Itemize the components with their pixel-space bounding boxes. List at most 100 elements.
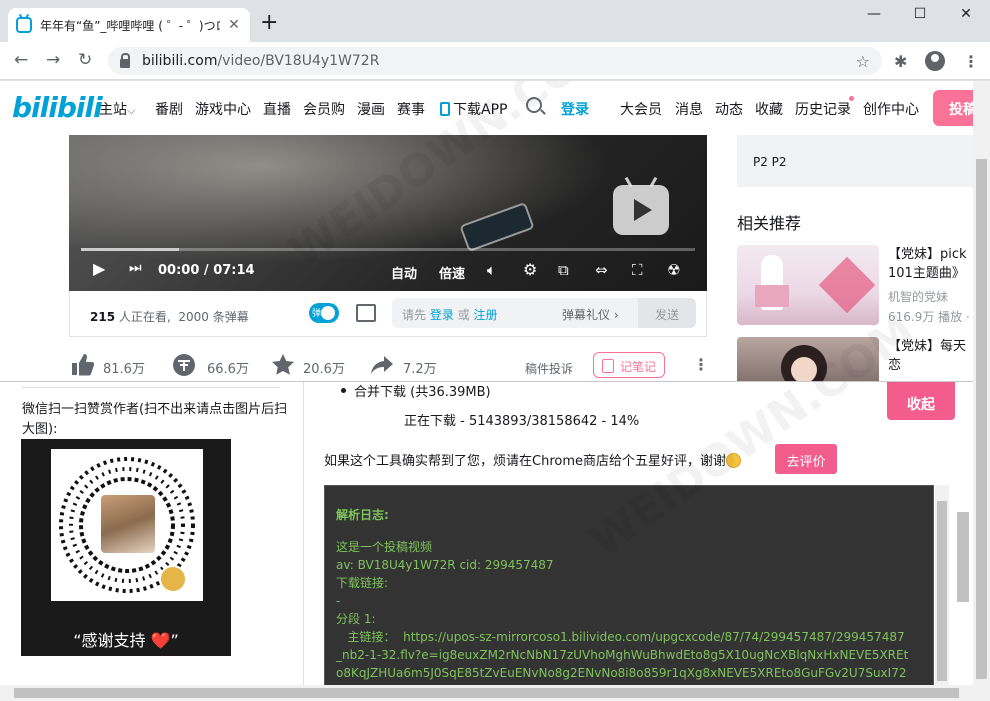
downloader-extension-panel: 微信扫一扫赞赏作者(扫不出来请点击图片后扫大图): “感谢支持 ❤️” 合并下载… <box>0 381 973 685</box>
nav-bangumi[interactable]: 番剧 <box>155 99 183 119</box>
nav-messages[interactable]: 消息 <box>675 99 703 119</box>
page-horizontal-scrollbar[interactable] <box>0 685 990 701</box>
danmaku-bar: 215 人正在看, 2000 条弹幕 弹 请先 登录 或 注册 弹幕礼仪 › 发… <box>69 291 707 337</box>
menu-kebab-icon[interactable]: ⋮ <box>963 52 979 71</box>
log-scrollbar[interactable] <box>935 485 949 685</box>
danmaku-toggle[interactable]: 弹 <box>309 303 339 323</box>
nav-esports[interactable]: 赛事 <box>397 99 425 119</box>
take-note-button[interactable]: 记笔记 <box>593 352 665 378</box>
rec-stats: 616.9万 播放 · 1 <box>888 310 973 324</box>
quality-button[interactable]: 自动 <box>391 263 417 282</box>
search-icon[interactable] <box>526 97 542 113</box>
merge-download-link[interactable]: 合并下载 (共36.39MB) <box>341 381 491 400</box>
window-maximize-button[interactable]: ☐ <box>897 6 943 22</box>
bilibili-favicon-icon <box>16 17 32 33</box>
speed-button[interactable]: 倍速 <box>439 263 465 282</box>
nav-vip[interactable]: 大会员 <box>620 99 662 119</box>
settings-gear-icon[interactable]: ⚙ <box>523 260 537 279</box>
bilibili-logo[interactable]: bilibili <box>12 91 103 124</box>
new-tab-button[interactable]: + <box>260 12 278 34</box>
phone-icon <box>440 102 450 116</box>
next-icon[interactable]: ⏭ <box>129 260 142 276</box>
favorite-count: 20.6万 <box>303 362 345 377</box>
report-link[interactable]: 稿件投诉 <box>525 360 573 377</box>
nav-game-center[interactable]: 游戏中心 <box>195 99 251 119</box>
coin-icon[interactable] <box>171 352 197 378</box>
login-link[interactable]: 登录 <box>561 99 589 119</box>
nav-shop[interactable]: 会员购 <box>303 99 345 119</box>
thumbs-up-badge-icon <box>159 565 187 593</box>
reload-icon[interactable]: ↻ <box>78 51 92 69</box>
nav-favorites[interactable]: 收藏 <box>755 99 783 119</box>
like-thumb-icon[interactable] <box>69 352 95 378</box>
share-arrow-icon[interactable] <box>369 352 395 378</box>
address-bar[interactable]: bilibili.com/video/BV18U4y1W72R ☆ <box>108 47 882 75</box>
log-line: 这是一个投稿视频 <box>336 540 433 554</box>
progress-bar[interactable] <box>81 248 695 251</box>
recommendation-card[interactable]: 【党妹】每天恋 <box>737 337 973 381</box>
more-options-icon[interactable]: ⋮ <box>693 355 709 374</box>
nav-creator-center[interactable]: 创作中心 <box>863 99 919 119</box>
nav-download-app[interactable]: 下载APP <box>440 99 507 119</box>
nav-manga[interactable]: 漫画 <box>357 99 385 119</box>
extensions-puzzle-icon[interactable]: ✱ <box>894 52 907 71</box>
danmaku-etiquette-link[interactable]: 弹幕礼仪 › <box>562 306 619 323</box>
log-heading: 解析日志: <box>336 508 389 522</box>
nav-dynamics[interactable]: 动态 <box>715 99 743 119</box>
panel-scrollbar-thumb[interactable] <box>957 512 969 602</box>
fullscreen-icon[interactable]: ☢ <box>667 261 680 279</box>
video-player[interactable]: ▶ ⏭ 00:00 / 07:14 自动 倍速 🔈︎ ⚙ ⧉ ⇔ ⛶ ☢ <box>69 135 707 291</box>
recommendation-card[interactable]: 【党妹】pick 101主题曲》舞 机智的党妹 616.9万 播放 · 1 <box>737 245 973 325</box>
wechat-donate-text: 微信扫一扫赞赏作者(扫不出来请点击图片后扫大图): <box>22 402 288 437</box>
log-main-link[interactable]: 主链接： https://upos-sz-mirrorcoso1.bilivid… <box>336 628 910 685</box>
forward-arrow-icon[interactable]: → <box>46 51 60 69</box>
download-section: 合并下载 (共36.39MB) 正在下载 - 5143893/38158642 … <box>304 382 973 685</box>
favorite-star-icon[interactable] <box>270 352 296 378</box>
wechat-qr-card[interactable]: “感谢支持 ❤️” <box>21 439 231 656</box>
web-fullscreen-icon[interactable]: ⛶ <box>632 261 643 279</box>
collapse-button[interactable]: 收起 <box>887 382 955 420</box>
volume-icon[interactable]: 🔈︎ <box>487 261 496 279</box>
bookmark-star-icon[interactable]: ☆ <box>856 52 870 71</box>
window-minimize-button[interactable]: — <box>851 6 897 22</box>
divider <box>22 387 280 388</box>
rec-title[interactable]: 【党妹】pick 101主题曲》舞 <box>888 245 973 283</box>
rec-thumbnail[interactable] <box>737 337 879 381</box>
progress-fill <box>81 248 180 251</box>
playlist-item[interactable]: P2 P2 <box>753 155 787 169</box>
tab-close-icon[interactable]: ✕ <box>226 17 242 33</box>
log-line: 下载链接: <box>336 576 389 590</box>
widescreen-icon[interactable]: ⇔ <box>595 261 608 279</box>
rec-author[interactable]: 机智的党妹 <box>888 288 948 305</box>
url-text[interactable]: bilibili.com/video/BV18U4y1W72R <box>142 53 856 69</box>
qr-code-image[interactable] <box>51 449 203 601</box>
viewer-count: 215 人正在看, 2000 条弹幕 <box>90 310 249 324</box>
danmaku-settings-icon[interactable] <box>356 304 376 322</box>
rec-title[interactable]: 【党妹】每天恋 <box>888 337 973 375</box>
donation-section: 微信扫一扫赞赏作者(扫不出来请点击图片后扫大图): “感谢支持 ❤️” <box>0 382 304 685</box>
upload-button[interactable]: 投稿 <box>933 90 973 126</box>
window-close-button[interactable]: ✕ <box>943 6 989 22</box>
big-play-icon[interactable] <box>613 185 669 235</box>
rate-prompt: 如果这个工具确实帮到了您，烦请在Chrome商店给个五星好评，谢谢 <box>324 450 741 469</box>
play-icon[interactable]: ▶ <box>93 259 105 278</box>
danmaku-login-link[interactable]: 登录 <box>430 308 454 322</box>
page-vertical-scrollbar[interactable] <box>973 81 990 685</box>
log-line: 分段 1: <box>336 612 376 626</box>
lock-icon[interactable] <box>120 52 130 68</box>
rec-thumbnail[interactable] <box>737 245 879 325</box>
rate-button[interactable]: 去评价 <box>775 444 837 474</box>
profile-avatar-icon[interactable] <box>925 51 945 71</box>
nav-main-site[interactable]: 主站⌵ <box>99 99 135 119</box>
coin-count: 66.6万 <box>207 362 249 377</box>
send-danmaku-button[interactable]: 发送 <box>638 298 696 328</box>
video-actions: 81.6万 66.6万 20.6万 7.2万 稿件投诉 记笔记 ⋮ <box>69 349 709 383</box>
danmaku-input[interactable]: 请先 登录 或 注册 弹幕礼仪 › 发送 <box>392 298 696 328</box>
danmaku-register-link[interactable]: 注册 <box>474 308 498 322</box>
nav-live[interactable]: 直播 <box>263 99 291 119</box>
browser-tab-active[interactable]: 年年有“鱼”_哔哩哔哩 ( ゜- ゜)つロ ✕ <box>8 8 250 42</box>
nav-history[interactable]: 历史记录 <box>795 99 851 119</box>
pip-icon[interactable]: ⧉ <box>558 261 569 279</box>
playlist-box: P2 P2 <box>737 135 973 187</box>
back-arrow-icon[interactable]: ← <box>14 51 28 69</box>
